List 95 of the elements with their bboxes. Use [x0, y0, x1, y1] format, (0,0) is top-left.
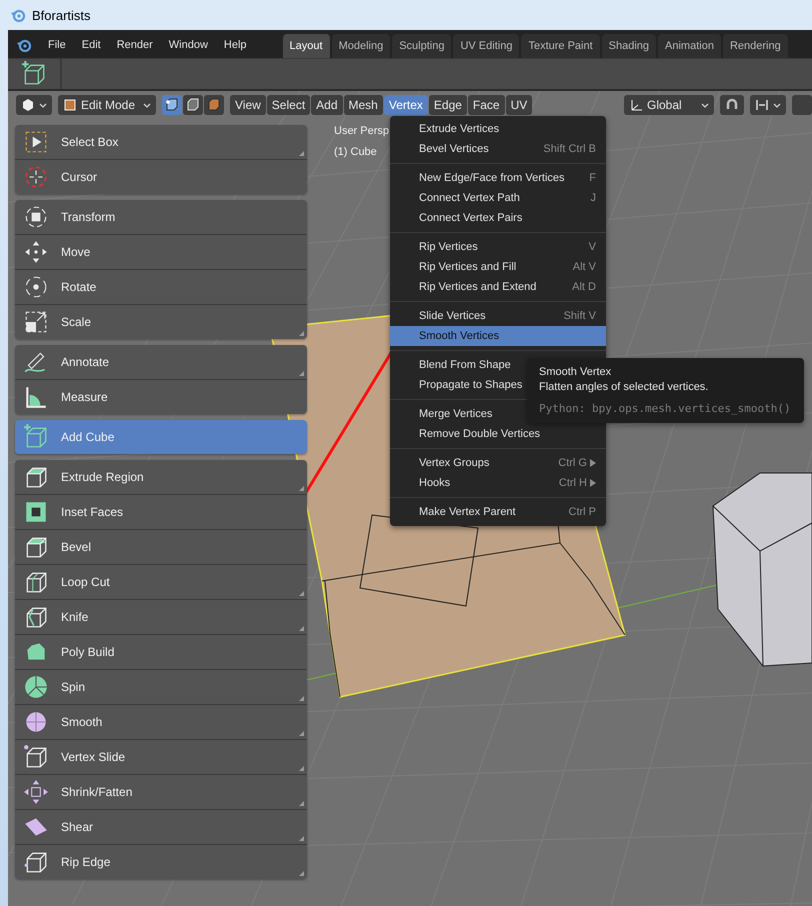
tool-button[interactable]: Annotate — [15, 345, 307, 380]
workspace-tab[interactable]: Animation — [658, 34, 721, 58]
snap-icon — [755, 98, 769, 112]
arrows-icon — [23, 779, 49, 805]
workspace-tab[interactable]: Modeling — [332, 34, 390, 58]
menu-item[interactable]: Connect Vertex Path J — [390, 188, 606, 208]
menu-item[interactable]: Edit — [74, 32, 109, 58]
workspace-tab[interactable]: Sculpting — [392, 34, 452, 58]
edge-mode-icon — [186, 98, 200, 112]
tool-button[interactable]: Rip Edge — [15, 845, 307, 879]
header-menu[interactable]: Mesh — [344, 95, 383, 115]
tool-button[interactable]: Smooth — [15, 705, 307, 740]
tool-button[interactable]: Vertex Slide — [15, 740, 307, 775]
cube-plus-icon[interactable] — [21, 61, 47, 87]
caret-icon — [143, 102, 151, 108]
menu-item[interactable]: Help — [216, 32, 255, 58]
menu-item[interactable]: File — [40, 32, 74, 58]
menu-item[interactable]: Rip Vertices V — [390, 237, 606, 257]
menu-item[interactable]: Vertex Groups Ctrl G — [390, 453, 606, 473]
tool-button[interactable]: Spin — [15, 670, 307, 705]
tool-button[interactable]: Poly Build — [15, 635, 307, 670]
spin-icon — [23, 674, 49, 700]
tool-button[interactable]: Shrink/Fatten — [15, 775, 307, 810]
mesh-icon — [63, 98, 77, 112]
tool-button[interactable]: Move — [15, 235, 307, 270]
logo-icon — [16, 38, 32, 52]
menu-item[interactable]: Hooks Ctrl H — [390, 473, 606, 493]
menu-item[interactable]: Make Vertex Parent Ctrl P — [390, 502, 606, 522]
transform-icon — [23, 204, 49, 230]
mode-dropdown[interactable]: Edit Mode — [58, 95, 156, 115]
workspace-tab[interactable]: UV Editing — [453, 34, 520, 58]
tool-button[interactable]: Select Box — [15, 125, 307, 160]
header-menu[interactable]: Vertex — [384, 95, 428, 115]
tool-button[interactable]: Inset Faces — [15, 495, 307, 530]
tooltip-python: Python: bpy.ops.mesh.vertices_smooth() — [539, 402, 792, 415]
vertex-mode-icon — [165, 98, 179, 112]
caret-icon — [39, 102, 47, 108]
axes-icon — [629, 98, 643, 112]
object-name: (1) Cube — [334, 146, 377, 158]
snap-target-dropdown[interactable] — [750, 95, 786, 115]
menu-item[interactable]: Connect Vertex Pairs — [390, 208, 606, 228]
workspace-tab[interactable]: Shading — [602, 34, 656, 58]
tool-button[interactable]: Shear — [15, 810, 307, 845]
vertex-select-button[interactable] — [162, 95, 182, 115]
tool-button[interactable]: Measure — [15, 380, 307, 414]
caret-icon — [701, 102, 709, 108]
caret-icon — [773, 102, 781, 108]
tool-button[interactable]: Loop Cut — [15, 565, 307, 600]
tool-button[interactable]: Knife — [15, 600, 307, 635]
menu-item[interactable]: Smooth Vertices — [390, 326, 606, 346]
orientation-dropdown[interactable]: Global — [624, 95, 714, 115]
cube-plus-icon — [23, 424, 49, 450]
tool-button[interactable]: Bevel — [15, 530, 307, 565]
cube-icon — [23, 744, 49, 770]
select-box-icon — [23, 129, 49, 155]
workspace-tab[interactable]: Rendering — [722, 34, 788, 58]
edge-select-button[interactable] — [183, 95, 203, 115]
menu-item[interactable]: Bevel Vertices Shift Ctrl B — [390, 139, 606, 159]
workspace-tab[interactable]: Texture Paint — [521, 34, 600, 58]
header-menu[interactable]: Face — [468, 95, 505, 115]
menu-item[interactable]: Slide Vertices Shift V — [390, 306, 606, 326]
logo-icon — [10, 8, 26, 22]
workspace-tab[interactable]: Layout — [282, 34, 330, 58]
header-menu[interactable]: UV — [506, 95, 532, 115]
editor-type-dropdown[interactable] — [16, 95, 52, 115]
tool-button[interactable]: Extrude Region — [15, 460, 307, 495]
tool-button[interactable]: Cursor — [15, 160, 307, 194]
header-menu[interactable]: Add — [311, 95, 343, 115]
menu-item[interactable]: Remove Double Vertices — [390, 424, 606, 444]
tool-button[interactable]: Add Cube — [15, 420, 307, 454]
tool-button[interactable]: Rotate — [15, 270, 307, 305]
tool-button[interactable]: Transform — [15, 200, 307, 235]
scale-icon — [23, 309, 49, 335]
snap-toggle[interactable] — [720, 95, 744, 115]
menu-item[interactable]: New Edge/Face from Vertices F — [390, 168, 606, 188]
header-menu[interactable]: Edge — [428, 95, 467, 115]
header-menu[interactable]: View — [230, 95, 266, 115]
header-menu[interactable]: Select — [266, 95, 310, 115]
tool-button[interactable]: Scale — [15, 305, 307, 339]
face-select-button[interactable] — [204, 95, 224, 115]
rotate-icon — [23, 274, 49, 300]
view-name: User Persp — [334, 125, 390, 137]
tooltip-description: Flatten angles of selected vertices. — [539, 381, 710, 393]
cursor-icon — [23, 164, 49, 190]
menu-item[interactable]: Render — [108, 32, 161, 58]
cube-icon — [21, 98, 35, 112]
tooltip-title: Smooth Vertex — [539, 366, 612, 378]
magnet-icon — [725, 98, 739, 112]
menu-item[interactable]: Window — [160, 32, 216, 58]
menu-item[interactable]: Extrude Vertices — [390, 119, 606, 139]
menu-item[interactable]: Rip Vertices and Extend Alt D — [390, 277, 606, 297]
menu-item[interactable]: Rip Vertices and Fill Alt V — [390, 257, 606, 277]
face-mode-icon — [207, 98, 221, 112]
window-title: Bforartists — [32, 8, 91, 22]
move-icon — [23, 239, 49, 265]
